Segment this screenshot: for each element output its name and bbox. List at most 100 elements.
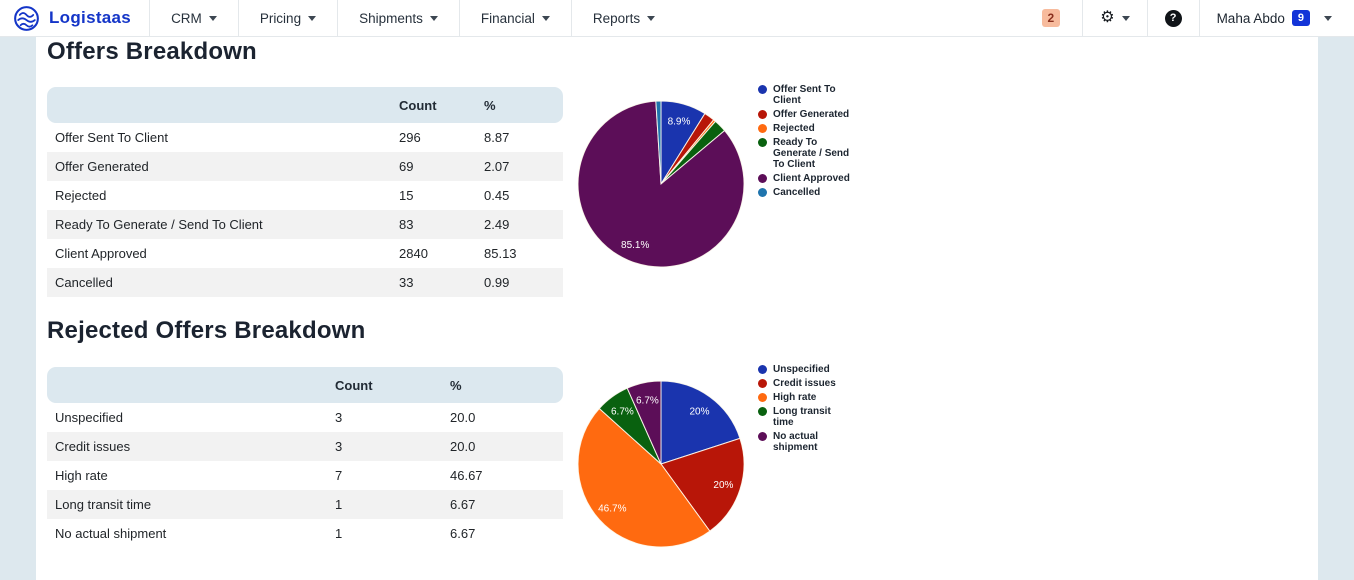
legend-swatch [758, 138, 767, 147]
row-percent: 2.07 [484, 159, 510, 174]
legend-label: Credit issues [773, 378, 836, 389]
row-percent: 2.49 [484, 217, 510, 232]
row-percent: 0.99 [484, 275, 510, 290]
legend-label: Ready To Generate / Send To Client [773, 137, 850, 170]
help-button[interactable]: ? [1146, 0, 1199, 36]
settings-menu[interactable]: ⚙ [1082, 0, 1146, 36]
chevron-down-icon [1121, 15, 1130, 21]
pie-chart-offers-breakdown: 8.9% 85.1% [577, 100, 745, 268]
row-count: 1 [335, 526, 343, 541]
table-row-cancelled: Cancelled 33 0.99 [47, 268, 563, 297]
table-header-count: Count [399, 97, 437, 113]
chart-legend-offers-breakdown: Offer Sent To Client Offer Generated Rejec… [758, 84, 854, 201]
table-row-long-transit-time: Long transit time 1 6.67 [47, 490, 563, 519]
row-count: 1 [335, 497, 343, 512]
section-title-rejected-offers-breakdown: Rejected Offers Breakdown [47, 317, 366, 344]
page-body: Offers Breakdown Count% Offer Sent To Clie… [0, 37, 1354, 580]
question-icon: ? [1164, 9, 1182, 27]
legend-swatch [758, 365, 767, 374]
legend-swatch [758, 85, 767, 94]
row-label: Credit issues [55, 439, 131, 454]
chevron-down-icon [647, 15, 656, 21]
legend-label: Cancelled [773, 187, 821, 198]
nav-item-reports[interactable]: Reports [570, 0, 676, 36]
legend-item-client-approved[interactable]: Client Approved [758, 173, 854, 184]
main-nav: CRM Pricing Shipments Financial Reports [149, 0, 676, 36]
row-label: Unspecified [55, 410, 123, 425]
table-header-: % [484, 97, 496, 113]
legend-label: Offer Generated [773, 109, 850, 120]
row-label: Client Approved [55, 246, 147, 261]
row-count: 296 [399, 130, 421, 145]
legend-swatch [758, 432, 767, 441]
legend-item-offer-generated[interactable]: Offer Generated [758, 109, 854, 120]
chart-legend-rejected-offers-breakdown: Unspecified Credit issues High rate Long tr… [758, 364, 854, 456]
legend-label: No actual shipment [773, 431, 819, 453]
row-percent: 6.67 [450, 497, 476, 512]
table-header-: % [450, 377, 462, 393]
user-menu[interactable]: Maha Abdo 9 [1198, 0, 1354, 36]
pie-slice-label: 20% [689, 407, 709, 418]
row-percent: 20.0 [450, 439, 476, 454]
row-percent: 20.0 [450, 410, 476, 425]
legend-item-rejected[interactable]: Rejected [758, 123, 854, 134]
nav-item-label: Pricing [259, 10, 302, 26]
nav-item-financial[interactable]: Financial [458, 0, 571, 36]
nav-item-label: Reports [592, 10, 641, 26]
row-percent: 46.67 [450, 468, 483, 483]
legend-item-unspecified[interactable]: Unspecified [758, 364, 854, 375]
notification-badge: 2 [1041, 9, 1061, 27]
legend-swatch [758, 379, 767, 388]
notification-button[interactable]: 2 [1020, 0, 1083, 36]
app-header: Logistaas CRM Pricing Shipments Financial Re… [0, 0, 1354, 37]
row-count: 3 [335, 439, 343, 454]
legend-item-credit-issues[interactable]: Credit issues [758, 378, 854, 389]
table-row-no-actual-shipment: No actual shipment 1 6.67 [47, 519, 563, 548]
table-row-high-rate: High rate 7 46.67 [47, 461, 563, 490]
table-row-ready-to-generate-send-to-client: Ready To Generate / Send To Client 83 2.49 [47, 210, 563, 239]
row-label: Rejected [55, 188, 107, 203]
nav-item-crm[interactable]: CRM [149, 0, 238, 36]
logo-icon [14, 5, 39, 31]
row-percent: 8.87 [484, 130, 510, 145]
main-content: Offers Breakdown Count% Offer Sent To Clie… [36, 37, 1318, 580]
nav-item-label: CRM [171, 10, 202, 26]
user-badge: 9 [1291, 10, 1310, 26]
chevron-down-icon [308, 15, 317, 21]
legend-label: Long transit time [773, 406, 831, 428]
page-gutter-left [0, 37, 36, 580]
nav-item-pricing[interactable]: Pricing [237, 0, 337, 36]
table-row-unspecified: Unspecified 3 20.0 [47, 403, 563, 432]
nav-item-shipments[interactable]: Shipments [337, 0, 459, 36]
logo[interactable]: Logistaas [0, 0, 149, 36]
table-header-row: Count% [47, 87, 563, 123]
legend-label: Rejected [773, 123, 815, 134]
legend-swatch [758, 393, 767, 402]
legend-item-cancelled[interactable]: Cancelled [758, 187, 854, 198]
legend-item-ready-to-generate-send-to-client[interactable]: Ready To Generate / Send To Client [758, 137, 854, 170]
pie-slice-label: 8.9% [668, 117, 691, 128]
brand-name: Logistaas [49, 8, 132, 27]
row-label: Long transit time [55, 497, 152, 512]
legend-item-long-transit-time[interactable]: Long transit time [758, 406, 854, 428]
table-header-count: Count [335, 377, 373, 393]
row-count: 15 [399, 188, 414, 203]
gear-icon: ⚙ [1100, 9, 1115, 26]
chevron-down-icon [541, 15, 550, 21]
chevron-down-icon [429, 15, 438, 21]
row-percent: 85.13 [484, 246, 517, 261]
legend-swatch [758, 407, 767, 416]
row-label: Cancelled [55, 275, 113, 290]
row-count: 7 [335, 468, 343, 483]
legend-item-offer-sent-to-client[interactable]: Offer Sent To Client [758, 84, 854, 106]
pie-slice-label: 6.7% [611, 407, 634, 418]
table-row-client-approved: Client Approved 2840 85.13 [47, 239, 563, 268]
breakdown-table-offers-breakdown: Count% Offer Sent To Client 296 8.87 Offer G… [47, 87, 563, 297]
table-row-rejected: Rejected 15 0.45 [47, 181, 563, 210]
legend-item-high-rate[interactable]: High rate [758, 392, 854, 403]
user-name: Maha Abdo [1216, 10, 1285, 26]
pie-slice-label: 6.7% [636, 395, 659, 406]
row-count: 83 [399, 217, 414, 232]
row-label: High rate [55, 468, 108, 483]
legend-item-no-actual-shipment[interactable]: No actual shipment [758, 431, 854, 453]
